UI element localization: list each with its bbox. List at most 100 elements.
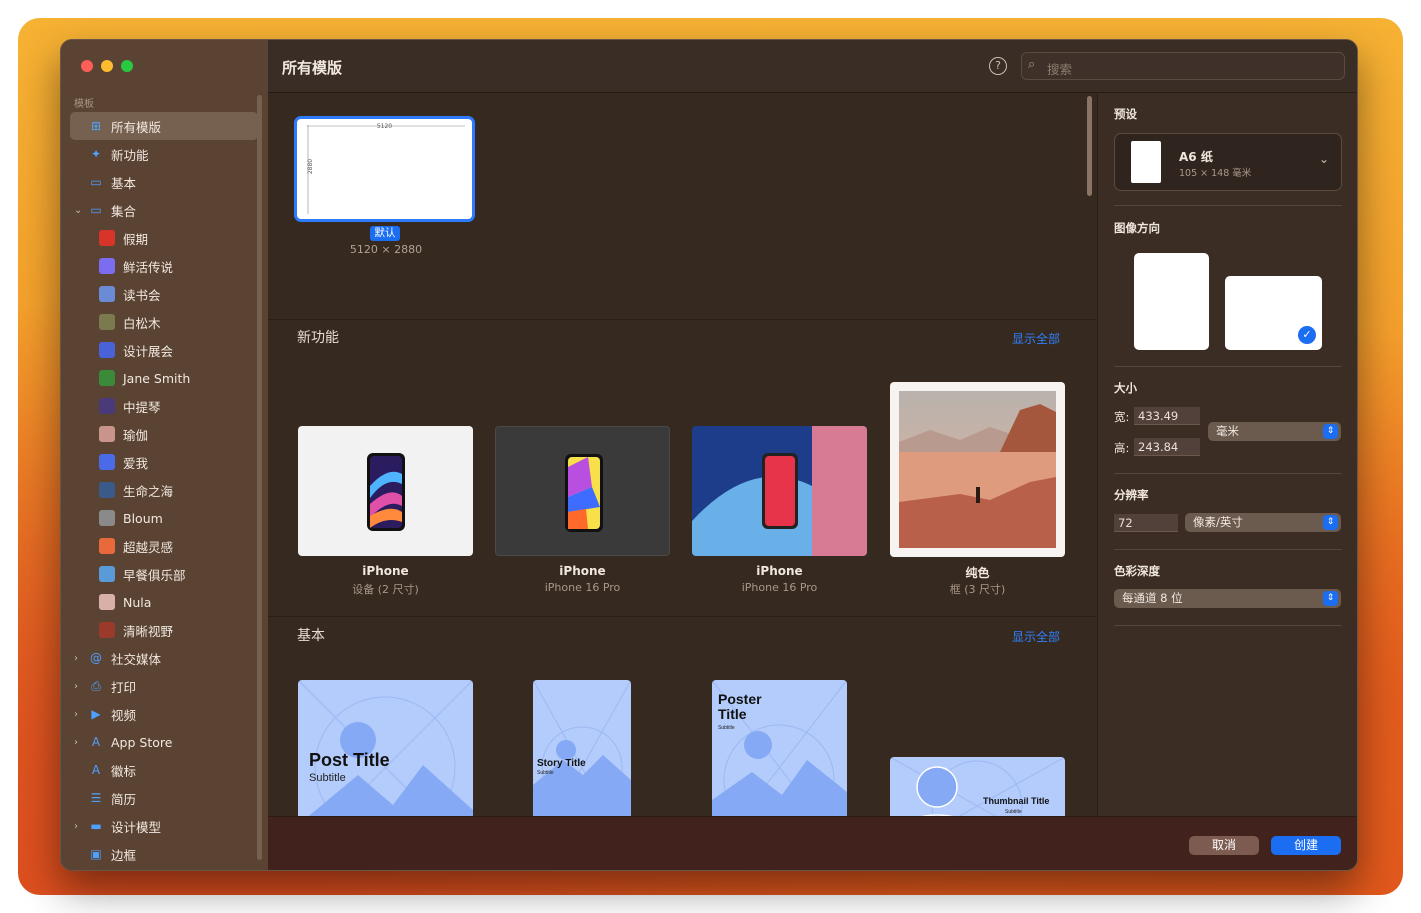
sidebar-item[interactable]: 爱我	[61, 448, 268, 476]
sidebar-item[interactable]: ▣ 边框	[61, 840, 268, 868]
chevron-down-icon[interactable]: ⌄	[74, 205, 82, 216]
show-all-basic-link[interactable]: 显示全部	[1012, 628, 1060, 645]
gallery-scrollbar[interactable]	[1087, 96, 1092, 196]
sidebar-item[interactable]: 清晰视野	[61, 616, 268, 644]
template-card-iphone-16-pro-color[interactable]	[692, 426, 867, 556]
thumb-legend	[99, 258, 115, 274]
sidebar-item[interactable]: 瑜伽	[61, 420, 268, 448]
checkmark-icon: ✓	[1298, 326, 1316, 344]
default-template-card[interactable]: 5120 2880	[297, 119, 472, 219]
thumb-pine	[99, 314, 115, 330]
chevron-right-icon[interactable]: ›	[74, 737, 78, 748]
divider	[1114, 625, 1342, 626]
sidebar-item[interactable]: ⌄ ▭ 集合	[61, 196, 268, 224]
section-title-new: 新功能	[297, 330, 339, 346]
height-field[interactable]: 243.84	[1134, 438, 1200, 456]
landscape-orientation-option[interactable]: ✓	[1225, 276, 1322, 350]
unit-select-value: 毫米	[1216, 424, 1239, 438]
thumb-inspiration	[99, 538, 115, 554]
resolution-unit-select[interactable]: 像素/英寸 ⇕	[1185, 513, 1341, 532]
sidebar-item-label: 假期	[123, 231, 149, 247]
updown-chevron-icon: ⇕	[1323, 515, 1338, 530]
sidebar-item-label: App Store	[111, 734, 173, 750]
sidebar-scrollbar[interactable]	[257, 95, 262, 860]
grid-icon: ⊞	[90, 119, 102, 133]
template-card-story[interactable]: Story Title Subtitle	[533, 680, 631, 816]
document-icon: ☰	[90, 791, 102, 805]
sidebar-item-label: 白松木	[123, 315, 161, 331]
sidebar-item[interactable]: 白松木	[61, 308, 268, 336]
sidebar-item[interactable]: 假期	[61, 224, 268, 252]
create-button[interactable]: 创建	[1271, 836, 1341, 855]
help-icon[interactable]: ?	[989, 57, 1007, 75]
sidebar-item-label: 打印	[111, 679, 137, 695]
dimension-lines	[307, 125, 465, 214]
chevron-right-icon[interactable]: ›	[74, 709, 78, 720]
template-card-name: iPhone	[559, 564, 606, 578]
paper-icon	[1131, 141, 1161, 183]
sidebar-item-label: Nula	[123, 594, 152, 610]
sidebar-item[interactable]: 鲜活传说	[61, 252, 268, 280]
sidebar-item[interactable]: 超越灵感	[61, 532, 268, 560]
sidebar-item-label: 基本	[111, 175, 137, 191]
sidebar-item[interactable]: ✦ 新功能	[61, 140, 268, 168]
sidebar-section-label: 模板	[74, 99, 94, 110]
chevron-right-icon[interactable]: ›	[74, 653, 78, 664]
chevron-right-icon[interactable]: ›	[74, 821, 78, 832]
sidebar-item[interactable]: 中提琴	[61, 392, 268, 420]
sidebar-item[interactable]: › ⎙ 打印	[61, 672, 268, 700]
unit-select[interactable]: 毫米 ⇕	[1208, 422, 1341, 441]
width-field[interactable]: 433.49	[1134, 407, 1200, 425]
default-width-label: 5120	[376, 123, 393, 130]
sidebar-item[interactable]: 早餐俱乐部	[61, 560, 268, 588]
template-card-poster[interactable]: Poster Title Subtitle	[712, 680, 847, 816]
sidebar-item[interactable]: 设计展会	[61, 336, 268, 364]
sidebar-item[interactable]: ▭ 基本	[61, 168, 268, 196]
template-card-thumbnail[interactable]: Thumbnail Title Subtitle	[890, 757, 1065, 816]
sidebar-item[interactable]: Bloum	[61, 504, 268, 532]
search-placeholder: 搜索	[1047, 62, 1073, 77]
sidebar-item[interactable]: ⊞ 所有模版	[70, 112, 258, 140]
show-all-new-link[interactable]: 显示全部	[1012, 330, 1060, 347]
template-card-iphone-16-pro-dark[interactable]	[495, 426, 670, 556]
sidebar-item-label: 鲜活传说	[123, 259, 174, 275]
default-badge: 默认	[370, 226, 400, 241]
sidebar-item-label: 生命之海	[123, 483, 174, 499]
resolution-label: 分辨率	[1114, 488, 1149, 502]
placeholder-illustration	[890, 757, 1065, 816]
sidebar-item[interactable]: › A App Store	[61, 728, 268, 756]
thumb-design-expo	[99, 342, 115, 358]
sidebar-item[interactable]: ☰ 简历	[61, 784, 268, 812]
sidebar-item[interactable]: 读书会	[61, 280, 268, 308]
at-icon: @	[90, 651, 102, 665]
minimize-window-button[interactable]	[101, 60, 113, 72]
sidebar-item[interactable]: A 徽标	[61, 756, 268, 784]
template-card-post[interactable]: Post Title Subtitle	[298, 680, 473, 816]
sidebar-item[interactable]: Jane Smith	[61, 364, 268, 392]
sidebar-item[interactable]: › ▬ 设计模型	[61, 812, 268, 840]
poster-subtitle: Subtitle	[718, 725, 735, 731]
zoom-window-button[interactable]	[121, 60, 133, 72]
resolution-field[interactable]: 72	[1114, 514, 1178, 532]
search-input[interactable]: ⌕ 搜索	[1021, 52, 1345, 80]
chevron-down-icon: ⌄	[1318, 152, 1329, 166]
color-depth-select[interactable]: 每通道 8 位 ⇕	[1114, 589, 1341, 608]
default-height-label: 2880	[307, 158, 315, 175]
sidebar-item[interactable]: Nula	[61, 588, 268, 616]
height-label: 高:	[1114, 441, 1130, 455]
cancel-button[interactable]: 取消	[1189, 836, 1259, 855]
sidebar-item-label: 早餐俱乐部	[123, 567, 186, 583]
portrait-orientation-option[interactable]	[1134, 253, 1209, 350]
close-window-button[interactable]	[81, 60, 93, 72]
divider	[1114, 473, 1342, 474]
story-title: Story Title	[537, 758, 586, 769]
sidebar-item[interactable]: › @ 社交媒体	[61, 644, 268, 672]
thumb-holiday	[99, 230, 115, 246]
template-gallery: 5120 2880 默认 5120 × 2880 新功能 显示全部 iPhone…	[268, 93, 1097, 816]
chevron-right-icon[interactable]: ›	[74, 681, 78, 692]
sidebar-item[interactable]: 生命之海	[61, 476, 268, 504]
sidebar-item[interactable]: › ▶ 视频	[61, 700, 268, 728]
preset-dropdown[interactable]: A6 纸 105 × 148 毫米 ⌄	[1114, 133, 1342, 191]
template-card-iphone-devices[interactable]	[298, 426, 473, 556]
template-card-solid-frame[interactable]	[890, 382, 1065, 557]
